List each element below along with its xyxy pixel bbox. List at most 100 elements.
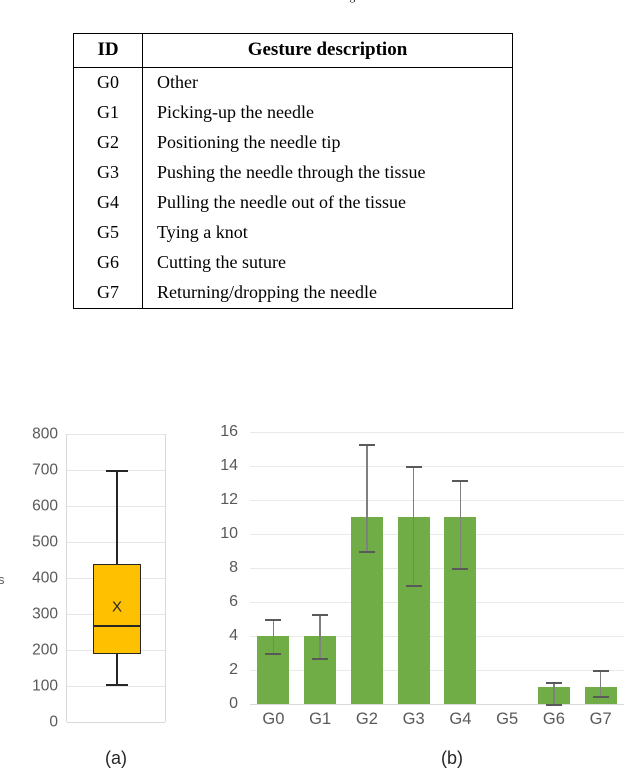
boxplot-median-line (93, 624, 141, 627)
barchart-y-tick-label: 10 (220, 525, 238, 542)
boxplot-y-tick-label: 100 (32, 677, 58, 695)
barchart-panel: 0 2 4 6 8 10 12 14 16 G0 G1 G2 G3 G4 G5 G6 G7 (196, 424, 628, 784)
table-header-row: ID Gesture description (73, 33, 513, 68)
cell-gesture-description: Pushing the needle through the tissue (157, 161, 426, 182)
barchart-y-tick-label: 2 (229, 661, 238, 678)
boxplot-plot-area: X (66, 434, 166, 723)
barchart-y-tick-label: 0 (229, 695, 238, 712)
table-row: G7 Returning/dropping the needle (73, 277, 513, 308)
barchart-gridline (250, 602, 624, 603)
boxplot-y-tick-label: 800 (32, 425, 58, 443)
barchart-x-tick-label: G0 (262, 710, 285, 728)
table-row: G0 Other (73, 67, 513, 98)
barchart-error-bar-line (459, 479, 462, 568)
barchart-x-tick-label: G5 (496, 710, 519, 728)
boxplot-y-tick-label: 500 (32, 533, 58, 551)
barchart-error-bar-cap-top (452, 479, 469, 482)
boxplot-lower-whisker (116, 653, 118, 685)
boxplot-upper-whisker-cap (106, 470, 128, 473)
barchart-error-bar-cap-bottom (265, 653, 282, 656)
barchart-y-tick-label: 14 (220, 457, 238, 474)
boxplot-y-tick-label: 700 (32, 461, 58, 479)
boxplot-lower-whisker-cap (106, 684, 128, 687)
table-row: G6 Cutting the suture (73, 247, 513, 278)
barchart-gridline (250, 466, 624, 467)
barchart-error-bar-line (599, 670, 602, 696)
table-row: G1 Picking-up the needle (73, 97, 513, 128)
barchart-error-bar-cap-top (312, 613, 329, 617)
barchart-y-axis: 0 2 4 6 8 10 12 14 16 (196, 424, 244, 712)
barchart-y-tick-label: 8 (229, 559, 238, 576)
barchart-y-tick-label: 6 (229, 593, 238, 610)
barchart-error-bar-cap-top (545, 681, 562, 685)
barchart-plot-area (250, 432, 624, 707)
table-body: G0 Other G1 Picking-up the needle G2 Position… (73, 67, 513, 308)
barchart-gridline (250, 534, 624, 535)
figure-page: Table 1. RARP-45 dataset gesture list. I… (0, 0, 628, 784)
boxplot-y-tick-label: 200 (32, 641, 58, 659)
cell-gesture-description: Returning/dropping the needle (157, 281, 377, 302)
cell-gesture-id: G7 (73, 277, 143, 308)
cell-gesture-id: G6 (73, 247, 143, 278)
cell-gesture-description: Other (157, 72, 198, 92)
boxplot-y-tick-label: 600 (32, 497, 58, 515)
barchart-x-tick-label: G4 (449, 710, 472, 728)
table-row: G4 Pulling the needle out of the tissue (73, 187, 513, 218)
gesture-table-container: ID Gesture description G0 Other G1 Picking-… (73, 33, 513, 309)
boxplot-y-axis-title: s (0, 572, 5, 587)
cell-gesture-description: Positioning the needle tip (157, 131, 341, 152)
cell-gesture-id: G3 (73, 157, 143, 188)
cell-gesture-description: Picking-up the needle (157, 101, 314, 122)
table-header: ID Gesture description (73, 33, 513, 68)
barchart-y-tick-label: 12 (220, 491, 238, 508)
barchart-x-tick-label: G7 (589, 710, 612, 728)
subfigure-caption-a: (a) (105, 748, 127, 768)
barchart-error-bar-cap-bottom (358, 551, 375, 554)
column-header-description: Gesture description (142, 33, 513, 68)
boxplot-gridline (67, 434, 165, 435)
cell-gesture-id: G5 (73, 217, 143, 248)
barchart-gridline (250, 432, 624, 433)
barchart-error-bar-cap-bottom (545, 704, 562, 707)
column-header-id: ID (73, 33, 143, 68)
barchart-error-bar-cap-top (358, 443, 375, 447)
barchart-error-bar-line (272, 619, 275, 653)
barchart-x-tick-label: G3 (402, 710, 425, 728)
table-row: G2 Positioning the needle tip (73, 127, 513, 158)
figure-charts: s 0 100 200 300 400 500 600 700 800 X 0 2 4 6 8 10 12 1… (0, 424, 628, 784)
boxplot-mean-marker-x-icon: X (111, 598, 123, 616)
barchart-error-bar-cap-bottom (592, 695, 609, 698)
barchart-error-bar-line (319, 613, 321, 659)
barchart-error-bar-line (412, 466, 415, 585)
table-row: G3 Pushing the needle through the tissue (73, 157, 513, 188)
barchart-x-axis-categories: G0 G1 G2 G3 G4 G5 G6 G7 (250, 710, 624, 734)
boxplot-y-tick-label: 0 (49, 713, 58, 731)
barchart-error-bar-cap-top (592, 670, 609, 673)
barchart-y-tick-label: 16 (220, 423, 238, 440)
boxplot-upper-whisker (116, 470, 118, 564)
cell-gesture-id: G4 (73, 187, 143, 218)
barchart-error-bar-line (366, 443, 368, 551)
barchart-error-bar-cap-bottom (405, 585, 422, 588)
table-caption: Table 1. RARP-45 dataset gesture list. (0, 0, 628, 3)
barchart-error-bar-line (553, 681, 555, 704)
cell-gesture-description: Pulling the needle out of the tissue (157, 191, 406, 212)
barchart-x-tick-label: G1 (309, 710, 332, 728)
gesture-table: ID Gesture description G0 Other G1 Picking-… (73, 33, 513, 309)
barchart-x-tick-label: G6 (542, 710, 565, 728)
cell-gesture-id: G2 (73, 127, 143, 158)
boxplot-gridline (67, 722, 165, 723)
barchart-error-bar-cap-top (265, 619, 282, 622)
barchart-error-bar-cap-top (405, 466, 422, 469)
cell-gesture-description: Tying a knot (157, 221, 248, 242)
barchart-gridline (250, 568, 624, 569)
cell-gesture-id: G1 (73, 97, 143, 128)
barchart-error-bar-cap-bottom (452, 568, 469, 571)
subfigure-caption-b: (b) (441, 748, 463, 768)
table-row: G5 Tying a knot (73, 217, 513, 248)
barchart-error-bar-cap-bottom (312, 658, 329, 661)
barchart-gridline (250, 704, 624, 705)
boxplot-panel: s 0 100 200 300 400 500 600 700 800 X (0, 424, 186, 784)
boxplot-y-axis: 0 100 200 300 400 500 600 700 800 (10, 426, 62, 729)
boxplot-y-tick-label: 300 (32, 605, 58, 623)
